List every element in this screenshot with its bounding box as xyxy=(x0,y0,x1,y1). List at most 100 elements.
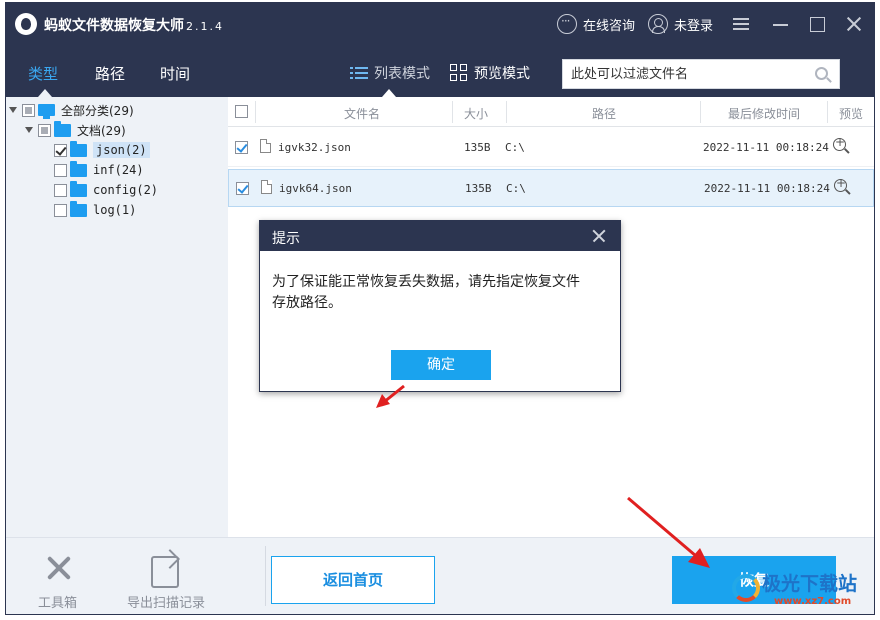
column-header-path[interactable]: 路径 xyxy=(592,105,616,122)
recover-button[interactable]: 恢复 xyxy=(672,556,836,604)
minimize-button[interactable] xyxy=(770,13,792,35)
app-title-text: 蚂蚁文件数据恢复大师 xyxy=(44,18,184,34)
tree-docs-checkbox[interactable] xyxy=(38,123,51,137)
tree-root-checkbox[interactable] xyxy=(22,103,35,117)
file-size: 135B xyxy=(465,182,492,195)
menu-icon[interactable] xyxy=(730,13,752,35)
file-name: igvk32.json xyxy=(278,141,351,154)
online-consult-button[interactable]: 在线咨询 xyxy=(557,14,635,34)
select-all-checkbox[interactable] xyxy=(235,105,248,118)
user-icon xyxy=(648,14,668,34)
export-scan-label: 导出扫描记录 xyxy=(127,596,206,611)
column-header-size[interactable]: 大小 xyxy=(464,105,488,122)
column-header-modified[interactable]: 最后修改时间 xyxy=(728,105,800,122)
table-row[interactable]: igvk32.json 135B C:\ 2022-11-11 00:18:24 xyxy=(228,129,874,167)
tab-type[interactable]: 类型 xyxy=(28,63,58,84)
category-tree: 全部分类(29) 文档(29) json(2) inf(24) config(2… xyxy=(6,97,228,537)
divider xyxy=(265,546,266,606)
file-icon xyxy=(261,180,272,194)
zoom-in-icon[interactable] xyxy=(833,135,846,151)
active-view-indicator xyxy=(382,89,396,97)
folder-icon xyxy=(70,160,87,177)
column-header-name[interactable]: 文件名 xyxy=(344,105,380,122)
grid-icon xyxy=(450,64,468,82)
tree-item-checkbox[interactable] xyxy=(54,183,67,197)
expand-arrow-icon[interactable] xyxy=(9,107,17,113)
bottom-toolbar: 工具箱 导出扫描记录 返回首页 恢复 xyxy=(6,537,874,614)
column-divider xyxy=(506,101,507,123)
column-divider xyxy=(452,101,453,123)
dialog-close-icon[interactable] xyxy=(591,228,607,244)
column-divider xyxy=(700,101,701,123)
toolbox-button[interactable]: 工具箱 xyxy=(38,550,77,611)
row-checkbox[interactable] xyxy=(236,182,249,195)
tree-item-config[interactable]: config(2) xyxy=(54,180,159,199)
table-row[interactable]: igvk64.json 135B C:\ 2022-11-11 00:18:24 xyxy=(228,169,874,207)
tree-item-inf[interactable]: inf(24) xyxy=(54,160,144,179)
tree-root-row[interactable]: 全部分类(29) xyxy=(9,101,134,119)
login-button[interactable]: 未登录 xyxy=(648,14,713,34)
list-mode-label: 列表模式 xyxy=(374,66,430,82)
tree-item-checkbox[interactable] xyxy=(54,203,67,217)
app-title: 蚂蚁文件数据恢复大师 2.1.4 xyxy=(44,15,224,35)
file-modified: 2022-11-11 00:18:24 xyxy=(703,141,829,154)
active-tab-indicator xyxy=(38,89,52,97)
file-modified: 2022-11-11 00:18:24 xyxy=(704,182,830,195)
preview-mode-button[interactable]: 预览模式 xyxy=(450,63,530,83)
preview-mode-label: 预览模式 xyxy=(474,66,530,82)
close-button[interactable] xyxy=(843,13,865,35)
export-icon xyxy=(149,550,183,588)
file-path: C:\ xyxy=(506,182,526,195)
tree-docs-row[interactable]: 文档(29) xyxy=(25,120,126,139)
folder-icon xyxy=(70,180,87,197)
nav-bar: 类型 路径 时间 列表模式 预览模式 xyxy=(6,45,874,97)
file-size: 135B xyxy=(464,141,491,154)
tree-item-label: config(2) xyxy=(93,183,159,197)
filter-input[interactable] xyxy=(563,60,803,88)
prompt-dialog: 提示 为了保证能正常恢复丢失数据，请先指定恢复文件存放路径。 确定 xyxy=(259,220,621,392)
dialog-header: 提示 xyxy=(260,221,620,251)
tree-item-label: log(1) xyxy=(93,203,137,217)
folder-icon xyxy=(54,120,71,137)
tree-item-log[interactable]: log(1) xyxy=(54,200,137,219)
tree-item-checkbox[interactable] xyxy=(54,143,67,157)
file-name: igvk64.json xyxy=(279,182,352,195)
search-icon[interactable] xyxy=(815,67,828,80)
list-icon xyxy=(350,66,368,80)
background-edge xyxy=(876,0,880,620)
expand-arrow-icon[interactable] xyxy=(25,127,33,133)
filter-box xyxy=(562,59,840,89)
tab-time[interactable]: 时间 xyxy=(160,63,190,84)
row-checkbox[interactable] xyxy=(235,141,248,154)
tree-item-json[interactable]: json(2) xyxy=(54,140,150,159)
chat-icon xyxy=(557,14,577,34)
app-version: 2.1.4 xyxy=(186,20,224,33)
tree-root-label: 全部分类(29) xyxy=(61,103,134,118)
tree-item-label: inf(24) xyxy=(93,163,144,177)
app-logo-icon xyxy=(15,13,37,35)
dialog-title: 提示 xyxy=(272,231,300,247)
column-divider xyxy=(827,101,828,123)
folder-icon xyxy=(70,140,87,157)
tab-path[interactable]: 路径 xyxy=(95,63,125,84)
tree-item-label: json(2) xyxy=(93,142,150,158)
export-scan-button[interactable]: 导出扫描记录 xyxy=(127,550,205,611)
maximize-button[interactable] xyxy=(806,13,828,35)
dialog-ok-button[interactable]: 确定 xyxy=(391,350,491,380)
online-consult-label: 在线咨询 xyxy=(583,18,636,34)
toolbox-label: 工具箱 xyxy=(38,596,78,611)
title-bar: 蚂蚁文件数据恢复大师2.1.4 在线咨询 未登录 xyxy=(6,3,874,45)
back-home-button[interactable]: 返回首页 xyxy=(271,556,435,604)
dialog-message: 为了保证能正常恢复丢失数据，请先指定恢复文件存放路径。 xyxy=(272,274,580,311)
column-divider xyxy=(255,101,256,123)
tree-docs-label: 文档(29) xyxy=(77,123,126,138)
zoom-in-icon[interactable] xyxy=(834,176,847,192)
folder-icon xyxy=(70,200,87,217)
file-icon xyxy=(260,139,271,153)
table-header: 文件名 大小 路径 最后修改时间 预览 xyxy=(228,97,874,127)
file-path: C:\ xyxy=(505,141,525,154)
computer-icon xyxy=(38,104,55,119)
list-mode-button[interactable]: 列表模式 xyxy=(350,63,430,83)
column-header-preview: 预览 xyxy=(839,107,864,121)
tree-item-checkbox[interactable] xyxy=(54,163,67,177)
